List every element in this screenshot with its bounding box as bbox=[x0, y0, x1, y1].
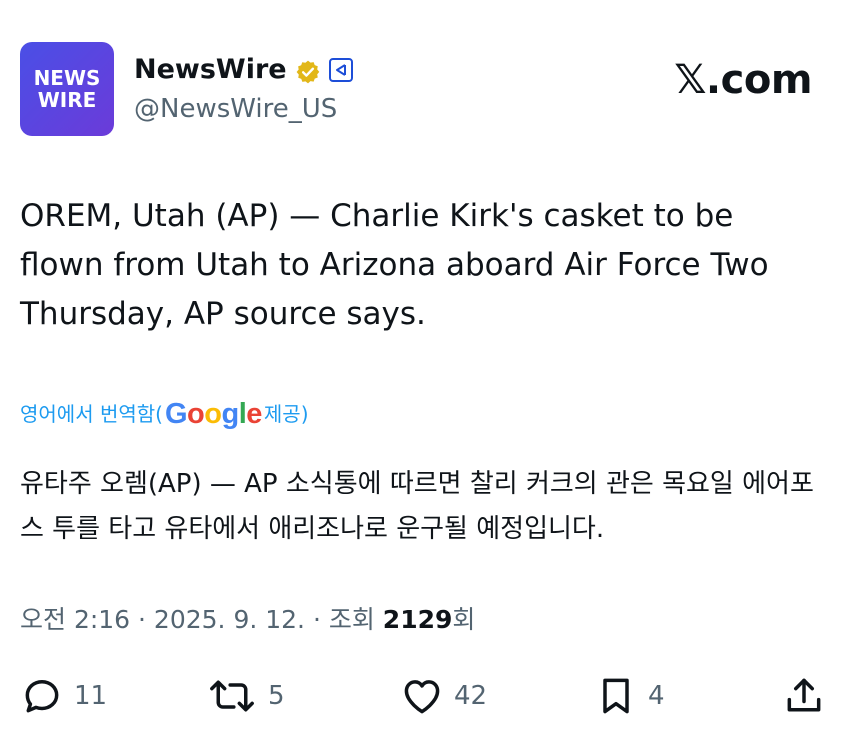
bookmark-icon bbox=[603, 678, 629, 714]
affiliation-badge-icon[interactable] bbox=[328, 58, 353, 82]
translation-suffix: 제공) bbox=[263, 402, 309, 426]
translated-tweet-text: 유타주 오렘(AP) — AP 소식통에 따르면 찰리 커크의 관은 목요일 에… bbox=[20, 469, 814, 544]
repost-button[interactable]: 5 bbox=[206, 672, 285, 720]
repost-icon bbox=[210, 680, 254, 712]
translation-prefix: 영어에서 번역함( bbox=[20, 402, 163, 426]
verified-badge-icon[interactable] bbox=[295, 57, 321, 84]
like-count: 42 bbox=[454, 681, 488, 711]
google-logo: Google bbox=[164, 398, 262, 430]
heart-icon bbox=[404, 680, 440, 714]
view-count-suffix: 회 bbox=[452, 605, 476, 634]
action-bar: 11 5 42 4 bbox=[20, 672, 830, 720]
repost-count: 5 bbox=[268, 681, 285, 711]
site-brand-label: 𝕏.com bbox=[674, 57, 812, 103]
bookmark-button[interactable]: 4 bbox=[594, 672, 665, 720]
translated-by-google-link[interactable]: 영어에서 번역함( Google 제공) bbox=[20, 394, 309, 434]
author-handle[interactable]: @NewsWire_US bbox=[134, 92, 337, 126]
like-button[interactable]: 42 bbox=[400, 672, 487, 720]
timestamp[interactable]: 오전 2:16 · 2025. 9. 12. · 조회 bbox=[20, 605, 383, 634]
avatar-text-line1: NEWS bbox=[33, 66, 101, 90]
tweet-text: OREM, Utah (AP) — Charlie Kirk's casket … bbox=[20, 198, 769, 332]
author-name-row[interactable]: NewsWire bbox=[134, 50, 353, 90]
reply-count: 11 bbox=[74, 681, 108, 711]
bookmark-count: 4 bbox=[648, 681, 665, 711]
share-button[interactable] bbox=[782, 672, 826, 720]
avatar-text-line2: WIRE bbox=[37, 88, 97, 112]
reply-button[interactable]: 11 bbox=[20, 672, 107, 720]
avatar[interactable]: NEWS WIRE bbox=[20, 42, 114, 136]
share-icon bbox=[787, 678, 821, 712]
tweet-meta: 오전 2:16 · 2025. 9. 12. · 조회 2129회 bbox=[20, 600, 475, 640]
display-name[interactable]: NewsWire bbox=[134, 50, 287, 90]
view-count: 2129 bbox=[382, 605, 453, 634]
reply-icon bbox=[25, 679, 59, 713]
